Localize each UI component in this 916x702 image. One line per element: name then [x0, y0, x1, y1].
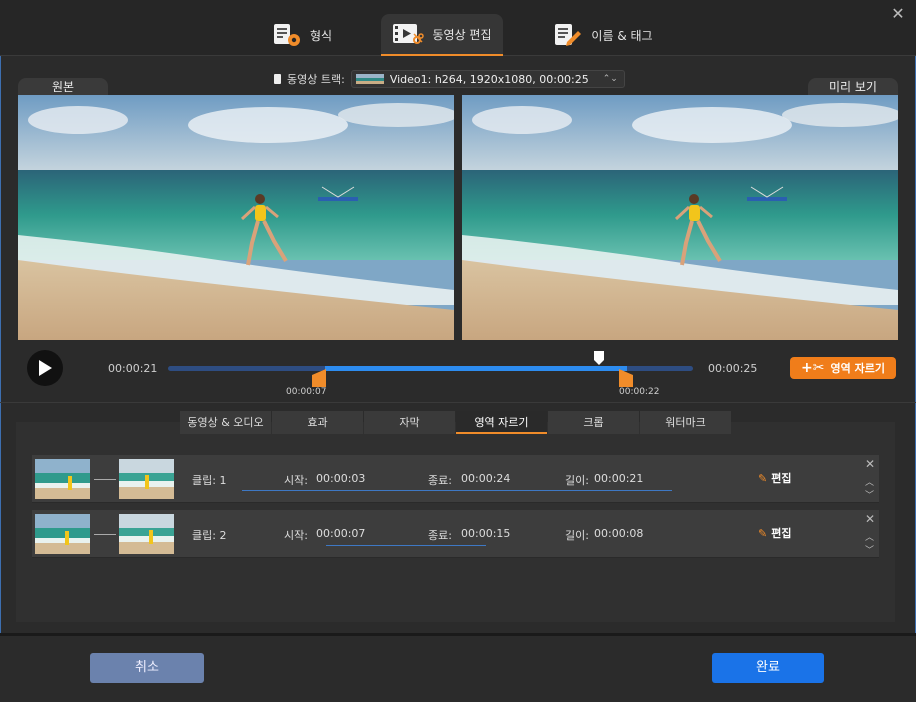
clip-end-thumbnail — [119, 514, 174, 554]
clip-end-label: 종료: — [428, 474, 452, 487]
video-track-value: Video1: h264, 1920x1080, 00:00:25 — [389, 72, 589, 86]
move-down-icon[interactable]: ﹀ — [865, 543, 874, 556]
section-divider — [0, 402, 916, 403]
video-track-row: 동영상 트랙: Video1: h264, 1920x1080, 00:00:2… — [274, 70, 625, 88]
move-down-icon[interactable]: ﹀ — [865, 488, 874, 501]
tab-format[interactable]: 형식 — [262, 14, 342, 56]
pencil-icon: ✎ — [758, 526, 768, 540]
playhead-marker[interactable] — [594, 351, 604, 365]
clip-row[interactable]: 클립: 1 시작: 00:00:03 종료: 00:00:24 길이: 00:0… — [32, 455, 879, 503]
clip-edit-label: 편집 — [771, 527, 792, 540]
trim-end-time: 00:00:22 — [619, 387, 660, 397]
subtab-watermark[interactable]: 워터마크 — [640, 411, 731, 434]
subtab-subtitles[interactable]: 자막 — [364, 411, 455, 434]
clip-end-time: 00:00:24 — [461, 472, 511, 485]
play-button[interactable] — [27, 350, 63, 386]
play-icon — [39, 360, 52, 376]
original-video — [18, 95, 454, 340]
clip-length-label: 길이: — [565, 529, 589, 542]
video-track-label: 동영상 트랙: — [287, 73, 345, 86]
tab-name-tag[interactable]: 이름 & 태그 — [548, 14, 658, 56]
clip-end-label: 종료: — [428, 529, 452, 542]
subtab-trim[interactable]: 영역 자르기 — [456, 411, 547, 434]
trim-end-handle[interactable] — [619, 369, 633, 387]
preview-label: 미리 보기 — [808, 78, 898, 96]
clip-start-thumbnail — [35, 459, 90, 499]
clip-start-label: 시작: — [284, 474, 308, 487]
subtab-crop[interactable]: 크롭 — [548, 411, 639, 434]
video-track-select[interactable]: Video1: h264, 1920x1080, 00:00:25 ⌃⌄ — [350, 70, 625, 88]
clip-edit-button[interactable]: ✎ 편집 — [758, 470, 791, 486]
total-time: 00:00:25 — [708, 362, 758, 375]
tab-video-edit[interactable]: 동영상 편집 — [381, 14, 503, 56]
selected-range — [325, 366, 627, 371]
clip-start-time: 00:00:07 — [316, 527, 366, 540]
cancel-button[interactable]: 취소 — [90, 653, 204, 683]
clip-end-thumbnail — [119, 459, 174, 499]
edit-sub-tabs: 동영상 & 오디오 효과 자막 영역 자르기 크롭 워터마크 — [180, 411, 731, 434]
clip-number: 클립: 1 — [192, 474, 227, 487]
clip-length-time: 00:00:08 — [594, 527, 644, 540]
video-edit-icon — [392, 22, 425, 46]
subtab-effects[interactable]: 효과 — [272, 411, 363, 434]
remove-clip-icon[interactable]: ✕ — [865, 457, 875, 471]
clip-range-dash — [94, 479, 116, 480]
clip-length-label: 길이: — [565, 474, 589, 487]
clip-range-bar — [242, 490, 672, 491]
clip-edit-label: 편집 — [771, 472, 792, 485]
clip-end-time: 00:00:15 — [461, 527, 511, 540]
clip-start-time: 00:00:03 — [316, 472, 366, 485]
clip-edit-button[interactable]: ✎ 편집 — [758, 525, 791, 541]
add-scissors-icon: +✂ — [801, 360, 825, 376]
tab-video-edit-label: 동영상 편집 — [432, 27, 492, 42]
select-arrows-icon: ⌃⌄ — [602, 74, 618, 84]
track-thumbnail — [355, 74, 384, 84]
trim-button[interactable]: +✂ 영역 자르기 — [790, 357, 896, 379]
clip-row[interactable]: 클립: 2 시작: 00:00:07 종료: 00:00:15 길이: 00:0… — [32, 510, 879, 558]
clip-start-thumbnail — [35, 514, 90, 554]
tab-name-tag-label: 이름 & 태그 — [591, 28, 653, 43]
clip-length-time: 00:00:21 — [594, 472, 644, 485]
clip-range-dash — [94, 534, 116, 535]
move-up-icon[interactable]: ︿ — [865, 475, 874, 488]
pencil-icon: ✎ — [758, 471, 768, 485]
video-file-icon — [274, 74, 281, 84]
name-tag-edit-icon — [553, 23, 583, 47]
clip-number: 클립: 2 — [192, 529, 227, 542]
trim-button-label: 영역 자르기 — [830, 362, 885, 375]
move-up-icon[interactable]: ︿ — [865, 530, 874, 543]
clip-range-bar — [326, 545, 486, 546]
top-tab-bar: 형식 동영상 편집 이름 & 태그 ✕ — [0, 0, 916, 56]
done-button[interactable]: 완료 — [712, 653, 824, 683]
original-label: 원본 — [18, 78, 108, 96]
tab-format-label: 형식 — [309, 28, 333, 43]
current-time: 00:00:21 — [108, 362, 158, 375]
preview-video — [462, 95, 898, 340]
clip-start-label: 시작: — [284, 529, 308, 542]
trim-start-handle[interactable] — [312, 369, 326, 387]
remove-clip-icon[interactable]: ✕ — [865, 512, 875, 526]
subtab-video-audio[interactable]: 동영상 & 오디오 — [180, 411, 271, 434]
format-settings-icon — [272, 23, 302, 47]
close-icon[interactable]: ✕ — [890, 6, 906, 22]
trim-start-time: 00:00:07 — [286, 387, 327, 397]
